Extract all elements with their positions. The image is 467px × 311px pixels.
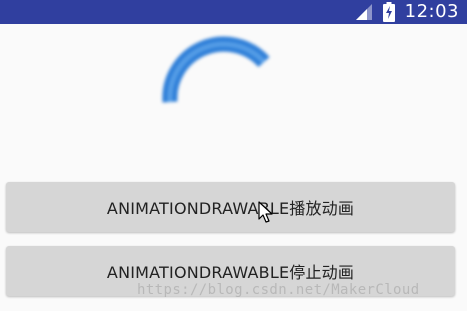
mouse-pointer-icon [258,201,274,225]
play-animation-label: ANIMATIONDRAWABLE播放动画 [106,199,355,218]
stop-animation-label: ANIMATIONDRAWABLE停止动画 [106,263,355,282]
status-icons: 12:03 [355,0,459,24]
loading-arc-icon [160,36,276,116]
watermark-text: https://blog.csdn.net/MakerCloud [137,282,420,298]
status-clock: 12:03 [404,1,459,22]
battery-charging-icon [382,2,395,22]
play-animation-button[interactable]: ANIMATIONDRAWABLE播放动画 [6,182,455,232]
status-bar: 12:03 [0,0,467,24]
cellular-signal-icon [355,3,373,21]
